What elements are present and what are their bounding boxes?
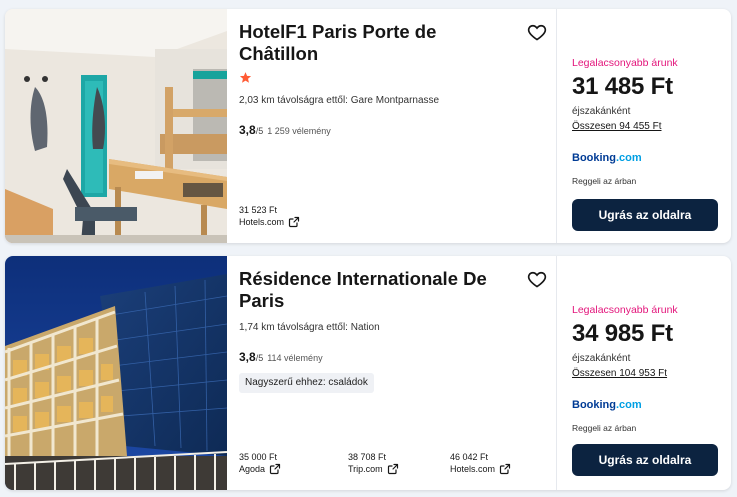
heart-icon[interactable]	[527, 22, 547, 42]
distance-text: 2,03 km távolságra ettől: Gare Montparna…	[239, 95, 440, 106]
rating: 3,8/5 1 259 vélemény	[239, 123, 331, 137]
review-count[interactable]: 114 vélemény	[267, 353, 322, 363]
offer-site: Hotels.com	[239, 217, 285, 227]
offer-price: 46 042 Ft	[450, 452, 489, 462]
breakfast-included: Reggeli az árban	[572, 176, 637, 186]
offer-site: Agoda	[239, 464, 266, 474]
main-price: 31 485 Ft	[572, 73, 673, 100]
family-badge: Nagyszerű ehhez: családok	[239, 373, 374, 393]
partner-offer[interactable]: 46 042 Ft Hotels.com	[450, 452, 511, 475]
go-to-site-button[interactable]: Ugrás az oldalra	[572, 199, 718, 231]
external-link-icon[interactable]	[387, 463, 399, 475]
hotel-photo[interactable]	[5, 9, 227, 243]
breakfast-included: Reggeli az árban	[572, 423, 637, 433]
offer-site: Trip.com	[348, 464, 383, 474]
external-link-icon[interactable]	[288, 216, 300, 228]
offer-price: 38 708 Ft	[348, 452, 387, 462]
total-price-link[interactable]: Összesen 94 455 Ft	[572, 121, 662, 132]
provider-logo: Booking.com	[572, 399, 642, 411]
partner-offer[interactable]: 35 000 Ft Agoda	[239, 452, 281, 475]
external-link-icon[interactable]	[269, 463, 281, 475]
partner-offer[interactable]: 38 708 Ft Trip.com	[348, 452, 399, 475]
hotel-card[interactable]: HotelF1 Paris Porte de Châtillon 2,03 km…	[5, 9, 731, 243]
offer-site: Hotels.com	[450, 464, 496, 474]
per-night-label: éjszakánként	[572, 353, 631, 364]
go-to-site-button[interactable]: Ugrás az oldalra	[572, 444, 718, 476]
offer-price: 35 000 Ft	[239, 452, 278, 462]
partner-offer[interactable]: 31 523 Ft Hotels.com	[239, 205, 300, 228]
rating-scale: /5	[255, 353, 264, 363]
main-price: 34 985 Ft	[572, 320, 673, 347]
lowest-price-label: Legalacsonyabb árunk	[572, 304, 678, 316]
lowest-price-label: Legalacsonyabb árunk	[572, 57, 678, 69]
price-panel: Legalacsonyabb árunk 31 485 Ft éjszakánk…	[558, 9, 731, 243]
per-night-label: éjszakánként	[572, 106, 631, 117]
provider-name: Booking	[572, 152, 616, 164]
hotel-name[interactable]: HotelF1 Paris Porte de Châtillon	[239, 21, 509, 65]
provider-name: Booking	[572, 399, 616, 411]
hotel-name[interactable]: Résidence Internationale De Paris	[239, 268, 509, 312]
external-link-icon[interactable]	[499, 463, 511, 475]
hotel-info: Résidence Internationale De Paris 1,74 k…	[227, 256, 557, 490]
review-count[interactable]: 1 259 vélemény	[267, 126, 331, 136]
heart-icon[interactable]	[527, 269, 547, 289]
hotel-info: HotelF1 Paris Porte de Châtillon 2,03 km…	[227, 9, 557, 243]
star-icon	[239, 72, 252, 83]
hotel-card[interactable]: Résidence Internationale De Paris 1,74 k…	[5, 256, 731, 490]
provider-suffix: .com	[616, 152, 642, 164]
rating-scale: /5	[255, 126, 264, 136]
offer-price: 31 523 Ft	[239, 205, 278, 215]
total-price-link[interactable]: Összesen 104 953 Ft	[572, 368, 667, 379]
distance-text: 1,74 km távolságra ettől: Nation	[239, 322, 380, 333]
provider-suffix: .com	[616, 399, 642, 411]
provider-logo: Booking.com	[572, 152, 642, 164]
price-panel: Legalacsonyabb árunk 34 985 Ft éjszakánk…	[558, 256, 731, 490]
hotel-photo[interactable]	[5, 256, 227, 490]
rating-value: 3,8	[239, 350, 256, 364]
rating: 3,8/5 114 vélemény	[239, 350, 323, 364]
rating-value: 3,8	[239, 123, 256, 137]
